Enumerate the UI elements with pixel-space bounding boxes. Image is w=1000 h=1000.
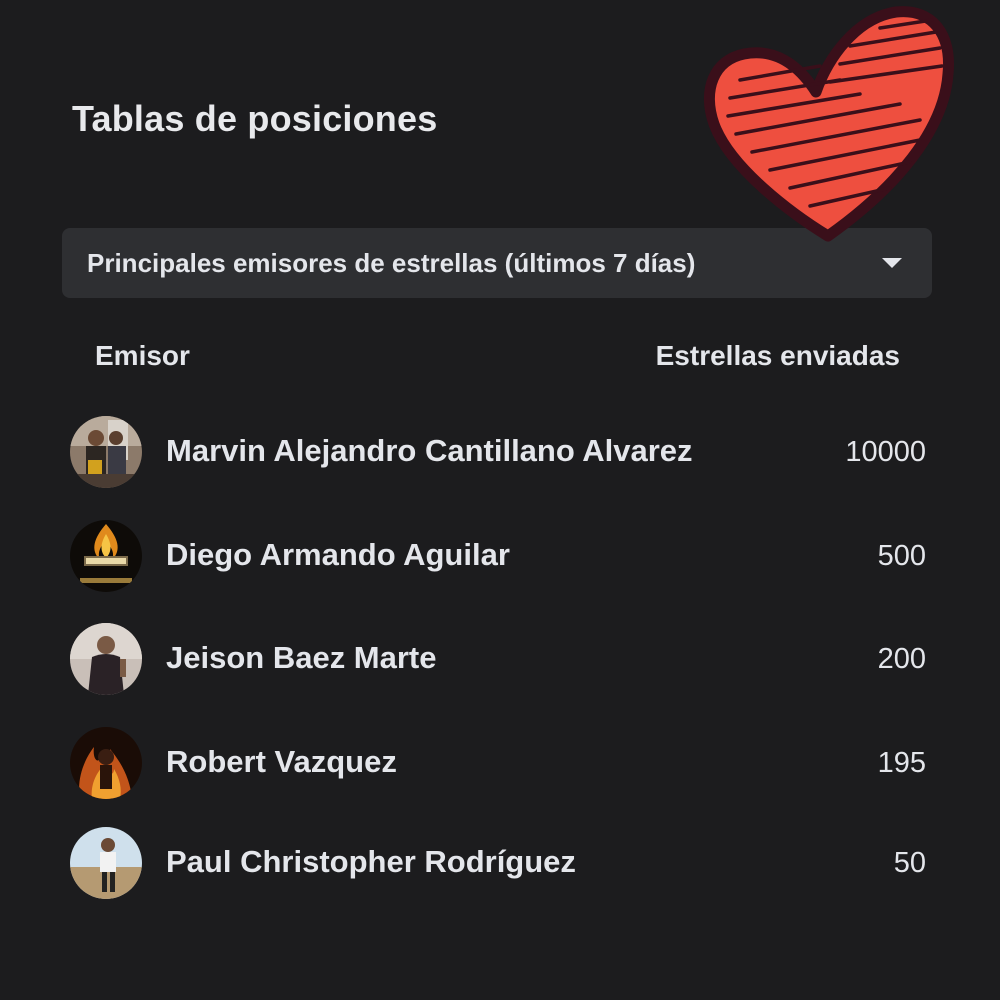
sender-name[interactable]: Diego Armando Aguilar — [166, 537, 510, 573]
avatar[interactable] — [70, 416, 142, 488]
heart-icon — [700, 0, 960, 260]
table-row[interactable]: Paul Christopher Rodríguez 50 — [70, 827, 930, 899]
table-row[interactable]: Diego Armando Aguilar 500 — [70, 520, 930, 592]
sender-name[interactable]: Robert Vazquez — [166, 744, 397, 780]
table-row[interactable]: Marvin Alejandro Cantillano Alvarez 1000… — [70, 416, 930, 488]
stars-count: 500 — [877, 540, 926, 572]
column-header-sender: Emisor — [95, 340, 190, 371]
sender-name[interactable]: Paul Christopher Rodríguez — [166, 844, 576, 880]
page-title: Tablas de posiciones — [72, 98, 438, 139]
stars-count: 200 — [877, 643, 926, 675]
sender-name[interactable]: Jeison Baez Marte — [166, 640, 437, 676]
avatar[interactable] — [70, 520, 142, 592]
stars-count: 50 — [893, 847, 926, 879]
column-header-stars-sent: Estrellas enviadas — [655, 340, 900, 371]
stars-count: 10000 — [845, 436, 926, 468]
avatar[interactable] — [70, 623, 142, 695]
table-row[interactable]: Jeison Baez Marte 200 — [70, 623, 930, 695]
stars-count: 195 — [877, 747, 926, 779]
dropdown-selected-label: Principales emisores de estrellas (últim… — [87, 248, 696, 278]
avatar[interactable] — [70, 727, 142, 799]
avatar[interactable] — [70, 827, 142, 899]
leaderboard-panel: Tablas de posiciones Principales emisore… — [0, 0, 1000, 1000]
sender-name[interactable]: Marvin Alejandro Cantillano Alvarez — [166, 433, 693, 469]
table-row[interactable]: Robert Vazquez 195 — [70, 727, 930, 799]
